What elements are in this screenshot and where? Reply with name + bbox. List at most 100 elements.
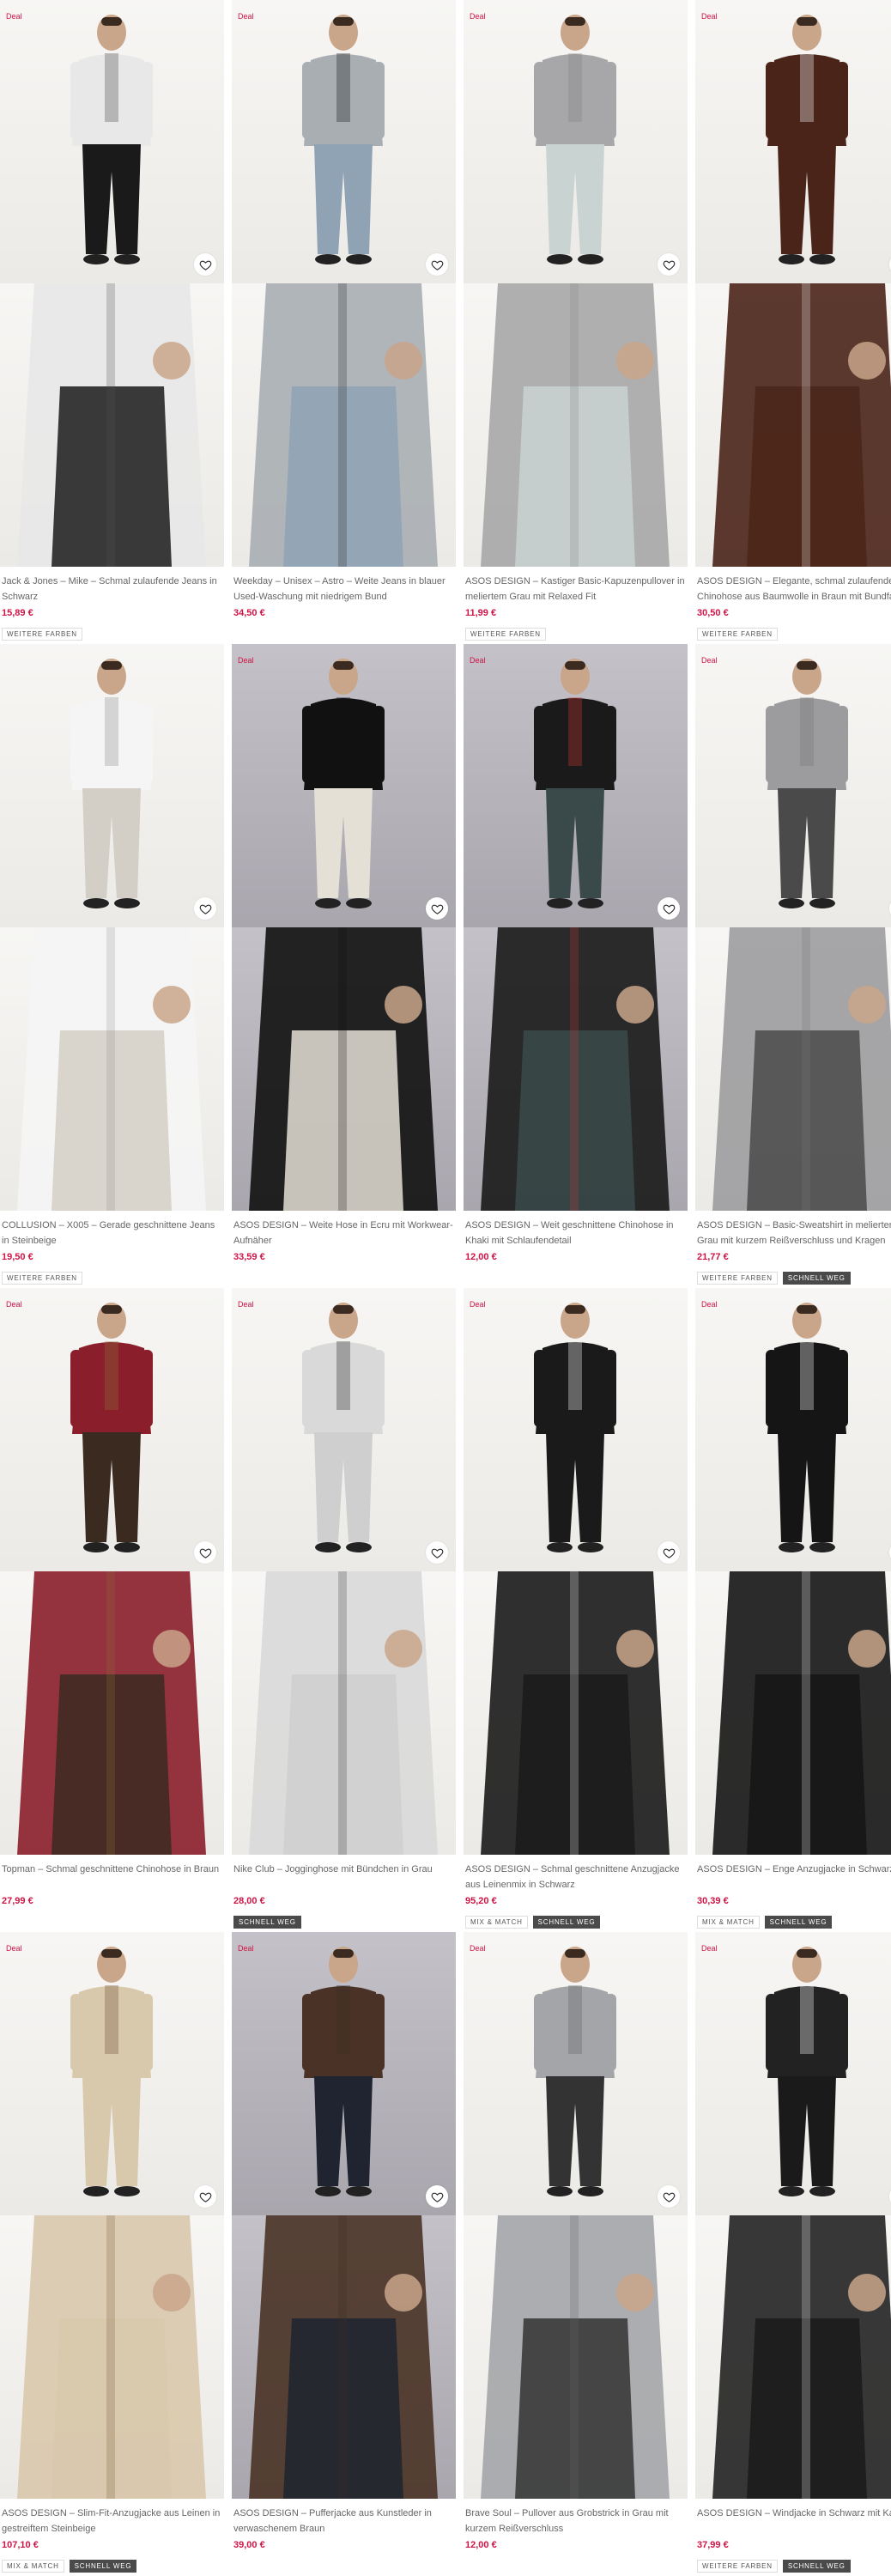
product-image[interactable] — [0, 644, 224, 927]
product-title[interactable]: Weekday – Unisex – Astro – Weite Jeans i… — [232, 574, 456, 605]
product-image[interactable]: Deal — [232, 1288, 456, 1571]
save-for-later-heart-icon[interactable] — [426, 897, 448, 920]
product-title[interactable]: ASOS DESIGN – Slim-Fit-Anzugjacke aus Le… — [0, 2506, 224, 2537]
product-title[interactable]: COLLUSION – X005 – Gerade geschnittene J… — [0, 1218, 224, 1249]
product-title[interactable]: ASOS DESIGN – Kastiger Basic-Kapuzenpull… — [464, 574, 688, 605]
save-for-later-heart-icon[interactable] — [194, 897, 216, 920]
product-image-alt[interactable] — [0, 927, 224, 1211]
save-for-later-heart-icon[interactable] — [426, 1541, 448, 1564]
product-image-alt[interactable] — [464, 283, 688, 567]
more-colours-tag: WEITERE FARBEN — [697, 1272, 778, 1285]
product-image-alt[interactable] — [695, 283, 891, 567]
product-card[interactable]: Deal ASOS DESIGN – Kastiger Basic-Kapuze… — [464, 0, 688, 641]
product-image[interactable]: Deal — [695, 1932, 891, 2215]
more-colours-tag: WEITERE FARBEN — [2, 628, 82, 641]
product-image-alt[interactable] — [695, 927, 891, 1211]
save-for-later-heart-icon[interactable] — [658, 1541, 680, 1564]
product-card[interactable]: Deal Jack & Jones – Mike – Schmal zulauf… — [0, 0, 224, 641]
product-image[interactable]: Deal — [464, 1288, 688, 1571]
product-title[interactable]: ASOS DESIGN – Enge Anzugjacke in Schwarz — [695, 1862, 891, 1893]
product-model-figure — [70, 1303, 153, 1552]
product-card[interactable]: Deal Nike Club – Jogginghose mit Bündche… — [232, 1288, 456, 1929]
product-detail-figure — [17, 927, 206, 1211]
product-card[interactable]: Deal Weekday – Unisex – Astro – Weite Je… — [232, 0, 456, 639]
deal-badge: Deal — [701, 656, 718, 665]
product-image[interactable]: Deal — [695, 644, 891, 927]
product-detail-figure — [249, 1571, 438, 1855]
product-card[interactable]: Deal Brave Soul – Pullover aus Grobstric… — [464, 1932, 688, 2571]
more-colours-tag: WEITERE FARBEN — [465, 628, 546, 641]
product-model-figure — [302, 15, 385, 264]
product-title[interactable]: Brave Soul – Pullover aus Grobstrick in … — [464, 2506, 688, 2537]
product-image[interactable]: Deal — [0, 1932, 224, 2215]
product-image[interactable]: Deal — [464, 0, 688, 283]
product-card[interactable]: COLLUSION – X005 – Gerade geschnittene J… — [0, 644, 224, 1285]
save-for-later-heart-icon[interactable] — [426, 253, 448, 276]
save-for-later-heart-icon[interactable] — [658, 897, 680, 920]
deal-badge: Deal — [470, 1944, 486, 1953]
product-detail-figure — [17, 2215, 206, 2499]
product-card[interactable]: Deal ASOS DESIGN – Weit geschnittene Chi… — [464, 644, 688, 1283]
product-image-alt[interactable] — [464, 927, 688, 1211]
product-tags — [0, 1913, 224, 1927]
product-price: 12,00 € — [465, 1252, 497, 1262]
product-image[interactable]: Deal — [0, 0, 224, 283]
save-for-later-heart-icon[interactable] — [426, 2185, 448, 2208]
save-for-later-heart-icon[interactable] — [194, 1541, 216, 1564]
product-detail-figure — [249, 2215, 438, 2499]
save-for-later-heart-icon[interactable] — [194, 2185, 216, 2208]
save-for-later-heart-icon[interactable] — [194, 253, 216, 276]
product-image-alt[interactable] — [232, 1571, 456, 1855]
product-card[interactable]: Deal Topman – Schmal geschnittene Chinoh… — [0, 1288, 224, 1927]
product-price: 12,00 € — [465, 2540, 497, 2550]
product-image-alt[interactable] — [0, 283, 224, 567]
product-card[interactable]: Deal ASOS DESIGN – Elegante, schmal zula… — [695, 0, 891, 641]
product-card[interactable]: Deal ASOS DESIGN – Pufferjacke aus Kunst… — [232, 1932, 456, 2571]
product-card[interactable]: Deal ASOS DESIGN – Enge Anzugjacke in Sc… — [695, 1288, 891, 1929]
product-tags: WEITERE FARBEN SCHNELL WEG — [695, 2557, 891, 2573]
selling-fast-tag: SCHNELL WEG — [532, 1916, 601, 1929]
product-image[interactable]: Deal — [232, 0, 456, 283]
product-tags: MIX & MATCH SCHNELL WEG — [0, 2557, 224, 2573]
product-price: 19,50 € — [2, 1252, 33, 1262]
product-image-alt[interactable] — [464, 2215, 688, 2499]
product-tags — [464, 2557, 688, 2571]
product-card[interactable]: Deal ASOS DESIGN – Schmal geschnittene A… — [464, 1288, 688, 1929]
product-image-alt[interactable] — [232, 2215, 456, 2499]
mix-match-tag: MIX & MATCH — [465, 1916, 528, 1929]
product-card[interactable]: Deal ASOS DESIGN – Weite Hose in Ecru mi… — [232, 644, 456, 1283]
save-for-later-heart-icon[interactable] — [658, 253, 680, 276]
product-card[interactable]: Deal ASOS DESIGN – Basic-Sweatshirt in m… — [695, 644, 891, 1285]
product-tags: MIX & MATCH SCHNELL WEG — [464, 1913, 688, 1929]
product-title[interactable]: ASOS DESIGN – Weite Hose in Ecru mit Wor… — [232, 1218, 456, 1249]
product-title[interactable]: ASOS DESIGN – Pufferjacke aus Kunstleder… — [232, 2506, 456, 2537]
product-image[interactable]: Deal — [695, 1288, 891, 1571]
product-card[interactable]: Deal ASOS DESIGN – Slim-Fit-Anzugjacke a… — [0, 1932, 224, 2573]
product-image-alt[interactable] — [695, 2215, 891, 2499]
product-title[interactable]: Jack & Jones – Mike – Schmal zulaufende … — [0, 574, 224, 605]
product-image[interactable]: Deal — [464, 1932, 688, 2215]
product-image-alt[interactable] — [0, 2215, 224, 2499]
product-image-alt[interactable] — [232, 283, 456, 567]
product-image-alt[interactable] — [232, 927, 456, 1211]
product-image-alt[interactable] — [0, 1571, 224, 1855]
product-image[interactable]: Deal — [695, 0, 891, 283]
product-image-alt[interactable] — [464, 1571, 688, 1855]
product-image-alt[interactable] — [695, 1571, 891, 1855]
product-image[interactable]: Deal — [0, 1288, 224, 1571]
product-title[interactable]: ASOS DESIGN – Windjacke in Schwarz mit K… — [695, 2506, 891, 2537]
product-title[interactable]: Nike Club – Jogginghose mit Bündchen in … — [232, 1862, 456, 1893]
product-card[interactable]: Deal ASOS DESIGN – Windjacke in Schwarz … — [695, 1932, 891, 2573]
product-title[interactable]: ASOS DESIGN – Weit geschnittene Chinohos… — [464, 1218, 688, 1249]
product-title[interactable]: ASOS DESIGN – Elegante, schmal zulaufend… — [695, 574, 891, 605]
product-image[interactable]: Deal — [232, 1932, 456, 2215]
product-image[interactable]: Deal — [464, 644, 688, 927]
product-image[interactable]: Deal — [232, 644, 456, 927]
product-price: 30,39 € — [697, 1896, 729, 1906]
product-title[interactable]: ASOS DESIGN – Basic-Sweatshirt in melier… — [695, 1218, 891, 1249]
product-title[interactable]: Topman – Schmal geschnittene Chinohose i… — [0, 1862, 224, 1893]
selling-fast-tag: SCHNELL WEG — [782, 2560, 851, 2573]
product-model-figure — [534, 1303, 616, 1552]
product-title[interactable]: ASOS DESIGN – Schmal geschnittene Anzugj… — [464, 1862, 688, 1893]
save-for-later-heart-icon[interactable] — [658, 2185, 680, 2208]
